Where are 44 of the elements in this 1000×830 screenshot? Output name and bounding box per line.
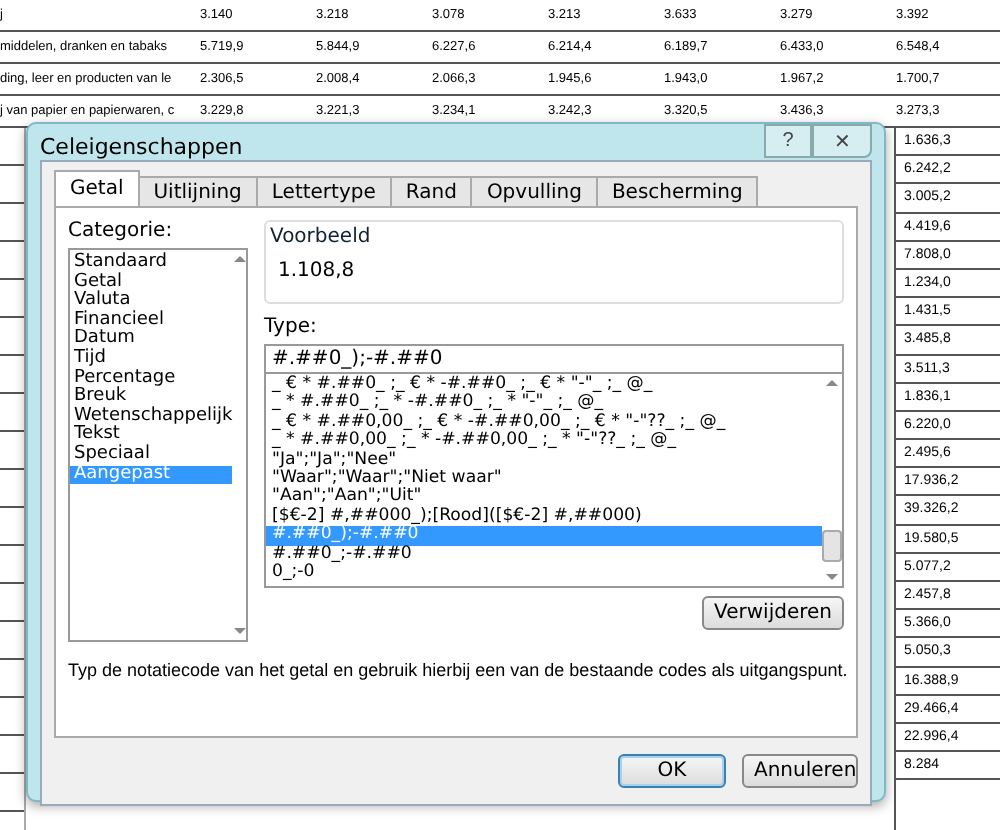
- scroll-up-icon[interactable]: [826, 380, 838, 386]
- category-item[interactable]: Percentage: [70, 369, 233, 389]
- format-item[interactable]: _ * #.##0_ ;_ * -#.##0_ ;_ * "-"_ ;_ @_: [266, 394, 822, 414]
- category-item[interactable]: Valuta: [70, 292, 233, 312]
- category-item[interactable]: Tekst: [70, 426, 233, 446]
- sample-value: 1.108,8: [278, 260, 357, 282]
- delete-button[interactable]: Verwijderen: [702, 596, 844, 630]
- category-item[interactable]: Financieel: [70, 311, 233, 331]
- category-item[interactable]: Wetenschappelijk: [70, 407, 233, 427]
- format-item[interactable]: 0_;-0: [266, 564, 822, 583]
- tab[interactable]: Opvulling: [470, 176, 598, 206]
- ok-button[interactable]: OK: [618, 754, 726, 788]
- scroll-thumb[interactable]: [822, 530, 842, 562]
- format-item[interactable]: _ * #.##0,00_ ;_ * -#.##0,00_ ;_ * "-"??_ ;_ @_: [266, 432, 822, 452]
- category-item[interactable]: Tijd: [70, 349, 233, 370]
- category-item[interactable]: Standaard: [70, 254, 233, 274]
- format-item[interactable]: "Ja";"Ja";"Nee": [266, 451, 822, 471]
- format-item[interactable]: _ € * #.##0_ ;_ € * -#.##0_ ;_ € * "-"_ ;_ @_: [266, 376, 822, 395]
- format-item[interactable]: #.##0_;-#.##0: [266, 545, 822, 565]
- format-item[interactable]: [$€-2] #,##000_);[Rood]([$€-2] #,##000): [266, 507, 822, 527]
- tab[interactable]: Lettertype: [255, 176, 392, 206]
- category-item[interactable]: Breuk: [70, 388, 233, 408]
- tab[interactable]: Rand: [389, 176, 473, 206]
- tab[interactable]: Bescherming: [595, 176, 759, 206]
- scroll-down-icon[interactable]: [826, 574, 838, 580]
- help-button[interactable]: ?: [764, 124, 812, 158]
- category-label: Categorie:: [68, 220, 175, 242]
- category-item[interactable]: Getal: [70, 273, 233, 293]
- hint-text: Typ de notatiecode van het getal en gebruik hierbij een van de bestaande codes als uitgangspunt.: [68, 660, 848, 680]
- format-item[interactable]: "Aan";"Aan";"Uit": [266, 488, 822, 508]
- format-item[interactable]: _ € * #.##0,00_ ;_ € * -#.##0,00_ ;_ € * "-"??_ ;_ @_: [266, 413, 822, 433]
- format-item[interactable]: "Waar";"Waar";"Niet waar": [266, 470, 822, 489]
- cancel-button[interactable]: Annuleren: [742, 754, 858, 788]
- window-title: Celeigenschappen: [40, 134, 243, 160]
- close-button[interactable]: ✕: [812, 124, 872, 158]
- category-item[interactable]: Datum: [70, 330, 233, 350]
- sample-label: Voorbeeld: [270, 226, 373, 248]
- scroll-down-icon[interactable]: [233, 628, 246, 634]
- tab[interactable]: Getal: [54, 170, 140, 206]
- category-item[interactable]: Speciaal: [70, 445, 233, 466]
- tab[interactable]: Uitlijning: [137, 176, 258, 206]
- type-label: Type:: [264, 316, 319, 338]
- type-field[interactable]: #.##0_);-#.##0: [264, 344, 844, 372]
- scroll-up-icon[interactable]: [233, 256, 246, 262]
